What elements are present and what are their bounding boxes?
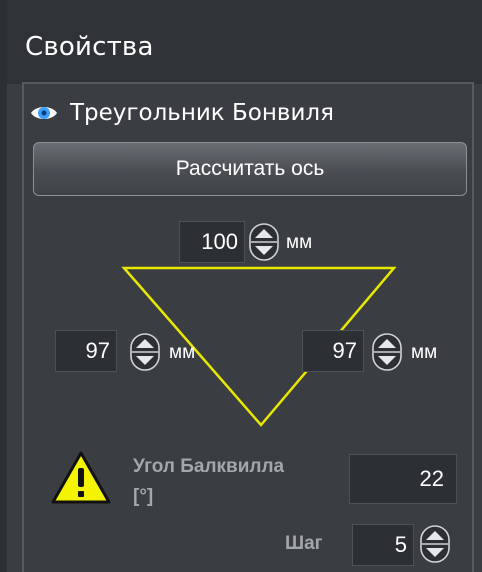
right-side-spinner[interactable] (372, 333, 402, 371)
left-side-input[interactable]: 97 (55, 330, 117, 372)
warning-icon (50, 450, 112, 510)
top-side-unit: мм (286, 232, 313, 253)
step-spinner[interactable] (420, 525, 450, 563)
left-side-spinner[interactable] (130, 333, 160, 371)
spinner-icon[interactable] (372, 333, 402, 371)
step-label: Шаг (285, 533, 323, 554)
angle-label: Угол Балквилла [°] (133, 452, 343, 512)
top-side-input[interactable]: 100 (179, 221, 245, 263)
angle-value-field: 22 (349, 454, 457, 504)
spinner-icon[interactable] (249, 223, 279, 261)
right-side-unit: мм (411, 342, 438, 363)
step-input[interactable]: 5 (352, 524, 414, 566)
angle-label-line2: [°] (133, 486, 154, 507)
left-side-unit: мм (169, 342, 196, 363)
right-side-input[interactable]: 97 (302, 330, 364, 372)
angle-label-line1: Угол Балквилла (133, 456, 285, 477)
spinner-icon[interactable] (420, 525, 450, 563)
spinner-icon[interactable] (130, 333, 160, 371)
top-side-spinner[interactable] (249, 223, 279, 261)
